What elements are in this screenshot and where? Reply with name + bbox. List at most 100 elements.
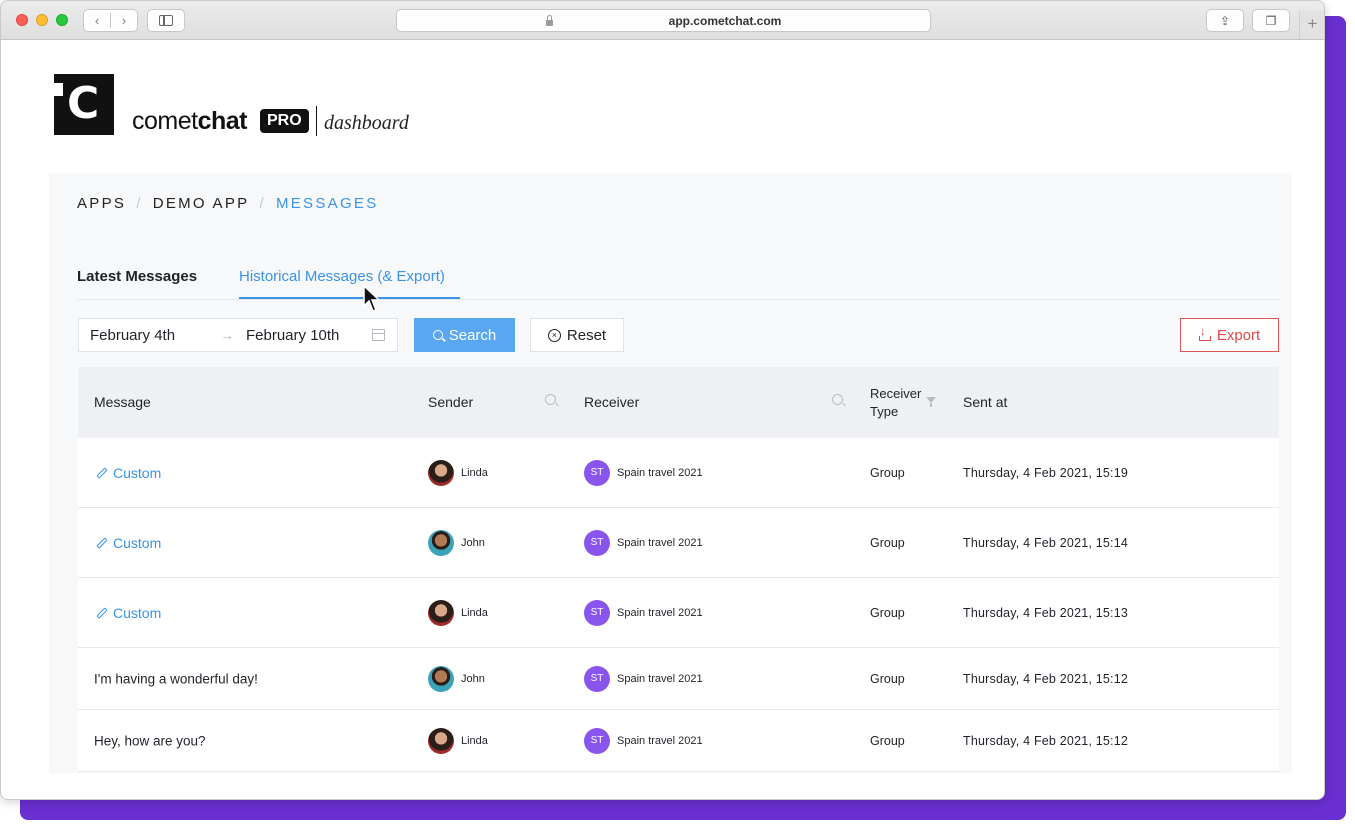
sender-name: John bbox=[461, 536, 485, 549]
search-button-label: Search bbox=[448, 326, 497, 344]
date-range-picker[interactable]: February 4th → February 10th bbox=[78, 318, 398, 352]
brand-name: cometchat bbox=[132, 107, 248, 136]
receiver-name: Spain travel 2021 bbox=[617, 536, 703, 549]
edit-icon bbox=[96, 606, 108, 619]
column-receiver-type-line1: Receiver bbox=[870, 386, 922, 401]
receiver-name: Spain travel 2021 bbox=[617, 672, 703, 685]
page-content: C cometchat PRO dashboard APPS / DEMO AP… bbox=[1, 40, 1324, 799]
tab-overview-button[interactable]: ❐ bbox=[1252, 9, 1290, 32]
receiver-type-cell: Group bbox=[870, 733, 905, 748]
brand-name-light: comet bbox=[132, 107, 198, 135]
sender-cell: Linda bbox=[428, 599, 488, 626]
receiver-type-cell: Group bbox=[870, 605, 905, 620]
maximize-window-button[interactable] bbox=[56, 14, 68, 26]
table-row: I'm having a wonderful day! John ST Spain… bbox=[78, 648, 1279, 710]
minimize-window-button[interactable] bbox=[36, 14, 48, 26]
breadcrumb-apps[interactable]: APPS bbox=[77, 195, 126, 212]
receiver-avatar: ST bbox=[584, 599, 610, 626]
history-nav: ‹ › bbox=[83, 9, 138, 32]
edit-icon bbox=[96, 536, 108, 549]
filter-icon[interactable] bbox=[926, 397, 936, 407]
tabs-divider bbox=[77, 299, 1279, 300]
sender-name: Linda bbox=[461, 734, 488, 747]
cometchat-logo[interactable]: C bbox=[53, 74, 114, 135]
sender-name: John bbox=[461, 672, 485, 685]
table-row: Custom Linda ST Spain travel 2021 Group T… bbox=[78, 578, 1279, 648]
search-icon bbox=[432, 330, 443, 340]
breadcrumb-demo-app[interactable]: DEMO APP bbox=[153, 195, 250, 212]
sender-name: Linda bbox=[461, 466, 488, 479]
column-receiver: Receiver bbox=[584, 394, 640, 410]
message-text: Custom bbox=[113, 534, 162, 551]
breadcrumb-messages: MESSAGES bbox=[275, 195, 379, 212]
message-text: Custom bbox=[113, 604, 162, 621]
avatar bbox=[428, 599, 454, 626]
receiver-name: Spain travel 2021 bbox=[617, 606, 703, 619]
receiver-cell: ST Spain travel 2021 bbox=[584, 459, 703, 486]
arrow-right-icon: → bbox=[220, 327, 234, 343]
receiver-avatar: ST bbox=[584, 727, 610, 754]
new-tab-button[interactable]: + bbox=[1299, 11, 1324, 39]
forward-button[interactable]: › bbox=[111, 13, 137, 28]
calendar-icon[interactable] bbox=[372, 329, 385, 341]
messages-panel: APPS / DEMO APP / MESSAGES Latest Messag… bbox=[49, 173, 1292, 773]
tab-historical-messages[interactable]: Historical Messages (& Export) bbox=[239, 268, 445, 285]
column-receiver-type: Receiver Type bbox=[870, 385, 921, 421]
receiver-name: Spain travel 2021 bbox=[617, 466, 703, 479]
edit-icon bbox=[96, 466, 108, 479]
message-text: I'm having a wonderful day! bbox=[94, 671, 258, 686]
brand-divider bbox=[316, 106, 317, 136]
close-circle-icon: × bbox=[547, 328, 561, 342]
export-button-label: Export bbox=[1216, 326, 1261, 344]
message-custom-link[interactable]: Custom bbox=[96, 535, 161, 551]
receiver-search-icon[interactable] bbox=[832, 394, 843, 405]
date-start-input[interactable]: February 4th bbox=[90, 327, 220, 344]
tab-latest-messages[interactable]: Latest Messages bbox=[77, 268, 197, 285]
sent-at-cell: Thursday, 4 Feb 2021, 15:14 bbox=[963, 535, 1128, 550]
table-row: Custom John ST Spain travel 2021 Group Th… bbox=[78, 508, 1279, 578]
share-icon: ⇪ bbox=[1219, 13, 1231, 28]
avatar bbox=[428, 727, 454, 754]
receiver-cell: ST Spain travel 2021 bbox=[584, 599, 703, 626]
column-receiver-type-line2: Type bbox=[870, 404, 899, 419]
message-custom-link[interactable]: Custom bbox=[96, 465, 161, 481]
url-text: app.cometchat.com bbox=[668, 13, 782, 28]
receiver-cell: ST Spain travel 2021 bbox=[584, 529, 703, 556]
breadcrumb: APPS / DEMO APP / MESSAGES bbox=[77, 195, 379, 212]
tabs-icon: ❐ bbox=[1265, 13, 1277, 28]
breadcrumb-separator: / bbox=[136, 195, 143, 212]
receiver-name: Spain travel 2021 bbox=[617, 734, 703, 747]
sender-cell: John bbox=[428, 529, 485, 556]
sender-search-icon[interactable] bbox=[545, 394, 556, 405]
receiver-cell: ST Spain travel 2021 bbox=[584, 665, 703, 692]
sent-at-cell: Thursday, 4 Feb 2021, 15:12 bbox=[963, 671, 1128, 686]
avatar bbox=[428, 665, 454, 692]
breadcrumb-separator: / bbox=[259, 195, 266, 212]
close-window-button[interactable] bbox=[16, 14, 28, 26]
sent-at-cell: Thursday, 4 Feb 2021, 15:13 bbox=[963, 605, 1128, 620]
browser-titlebar: ‹ › app.cometchat.com ⇪ ❐ + bbox=[1, 1, 1324, 40]
share-button[interactable]: ⇪ bbox=[1206, 9, 1244, 32]
search-button[interactable]: Search bbox=[414, 318, 515, 352]
table-row: Custom Linda ST Spain travel 2021 Group T… bbox=[78, 438, 1279, 508]
pro-badge: PRO bbox=[260, 109, 309, 133]
date-end-input[interactable]: February 10th bbox=[246, 327, 372, 344]
download-icon bbox=[1198, 324, 1211, 341]
receiver-type-cell: Group bbox=[870, 465, 905, 480]
avatar bbox=[428, 459, 454, 486]
receiver-type-cell: Group bbox=[870, 535, 905, 550]
back-button[interactable]: ‹ bbox=[84, 13, 111, 28]
address-bar[interactable]: app.cometchat.com bbox=[396, 9, 931, 32]
export-button[interactable]: Export bbox=[1180, 318, 1279, 352]
sent-at-cell: Thursday, 4 Feb 2021, 15:12 bbox=[963, 733, 1128, 748]
message-text: Hey, how are you? bbox=[94, 733, 206, 748]
messages-table: Message Sender Receiver Receiver Type Sen… bbox=[78, 367, 1279, 772]
sidebar-toggle-button[interactable] bbox=[147, 9, 185, 32]
reset-button[interactable]: × Reset bbox=[530, 318, 624, 352]
message-custom-link[interactable]: Custom bbox=[96, 605, 161, 621]
column-message: Message bbox=[94, 394, 151, 410]
table-row: Hey, how are you? Linda ST Spain travel 2… bbox=[78, 710, 1279, 772]
sender-cell: John bbox=[428, 665, 485, 692]
column-sent-at: Sent at bbox=[963, 394, 1008, 410]
sender-cell: Linda bbox=[428, 727, 488, 754]
